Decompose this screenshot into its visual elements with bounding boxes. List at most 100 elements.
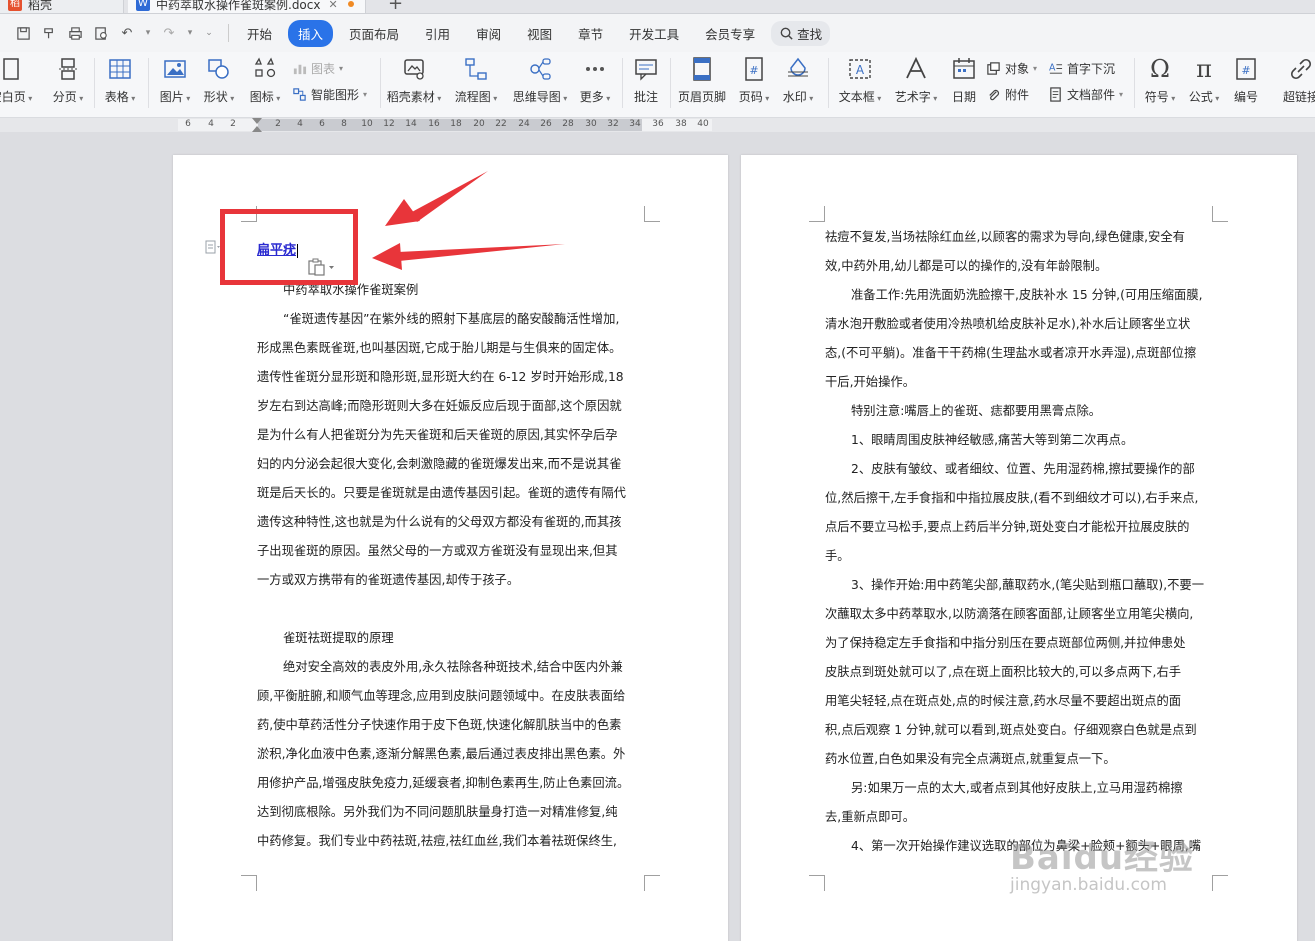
object-label: 对象 xyxy=(1005,61,1030,76)
mindmap-icon xyxy=(530,58,551,80)
numbering-button[interactable]: # 编号 xyxy=(1228,54,1264,114)
text-line: 1、眼睛周围皮肤神经敏感,痛苦大等到第二次再点。 xyxy=(851,433,1134,447)
separator xyxy=(828,58,829,108)
ruler-tick: 8 xyxy=(341,119,347,129)
comment-label: 批注 xyxy=(633,90,658,104)
page-1-body[interactable]: 中药萃取水操作雀斑案例 “雀斑遗传基因”在紫外线的照射下基底层的酪安酸酶活性增加,… xyxy=(257,276,647,856)
text-line: 药,使中草药活性分子快速作用于皮下色斑,快速化解肌肤当中的色素 xyxy=(257,718,622,732)
tab-document[interactable]: W 中药萃取水操作雀斑案例.docx ✕ xyxy=(128,0,366,13)
ruler-tick: 22 xyxy=(495,119,507,129)
print-icon[interactable] xyxy=(64,22,86,44)
menu-references[interactable]: 引用 xyxy=(415,20,460,47)
date-label: 日期 xyxy=(951,90,976,104)
hyperlink-button[interactable]: 超链接 xyxy=(1276,54,1315,114)
customize-toolbar-icon[interactable]: ⌄ xyxy=(200,22,218,44)
mindmap-button[interactable]: 思维导图 xyxy=(510,54,570,114)
print-preview-icon[interactable] xyxy=(90,22,112,44)
menu-review[interactable]: 审阅 xyxy=(466,20,511,47)
menu-developer[interactable]: 开发工具 xyxy=(619,20,689,47)
menu-member[interactable]: 会员专享 xyxy=(695,20,765,47)
header-footer-button[interactable]: 页眉页脚 xyxy=(676,54,728,114)
ruler-tick: 16 xyxy=(428,119,440,129)
text-line: 为了保持稳定左手食指和中指分别压在要点斑部位两侧,并拉伸患处 xyxy=(825,636,1186,650)
shape-button[interactable]: 形状 xyxy=(198,54,240,114)
chart-button[interactable]: 图表 ▾ xyxy=(292,58,343,78)
table-label: 表格 xyxy=(105,88,136,105)
icon-label: 图标 xyxy=(250,88,281,105)
flowchart-button[interactable]: 流程图 xyxy=(448,54,504,114)
text-line: 顾,平衡脏腑,和顺气血等理念,应用到皮肤问题领域中。在皮肤表面给 xyxy=(257,689,626,703)
object-button[interactable]: 对象 ▾ xyxy=(986,58,1037,78)
text-line: 皮肤点到斑处就可以了,点在斑上面积比较大的,可以多点两下,右手 xyxy=(825,665,1182,679)
daoke-material-button[interactable]: 稻壳素材 xyxy=(386,54,442,114)
separator xyxy=(94,58,95,108)
comment-icon xyxy=(635,59,657,81)
tab-daoke-label: 稻壳 xyxy=(28,0,53,12)
wordart-button[interactable]: 艺术字 xyxy=(890,54,942,114)
ruler-tick: 10 xyxy=(361,119,373,129)
svg-text:#: # xyxy=(749,64,758,77)
icon-library-icon xyxy=(254,57,276,78)
menu-home[interactable]: 开始 xyxy=(237,20,282,47)
menu-page-layout[interactable]: 页面布局 xyxy=(339,20,409,47)
material-icon xyxy=(404,59,424,80)
textbox-button[interactable]: A 文本框 xyxy=(834,54,886,114)
ruler-tick: 6 xyxy=(185,119,191,129)
close-icon[interactable]: ✕ xyxy=(328,0,337,11)
text-line: 点后不要立马松手,要点上药后半分钟,斑处变白才能松开拉展皮肤的 xyxy=(825,520,1190,534)
redo-icon[interactable]: ↷ xyxy=(158,22,180,44)
undo-icon[interactable]: ↶ xyxy=(116,22,138,44)
numbering-label: 编号 xyxy=(1233,90,1258,104)
menu-view[interactable]: 视图 xyxy=(517,20,562,47)
new-tab-button[interactable]: + xyxy=(388,0,403,13)
first-line-indent-marker[interactable] xyxy=(252,118,262,124)
more-button[interactable]: 更多 xyxy=(574,54,616,114)
picture-button[interactable]: 图片 xyxy=(154,54,196,114)
watermark-button[interactable]: 水印 xyxy=(778,54,818,114)
ruler-tick: 26 xyxy=(540,119,552,129)
link-icon xyxy=(1290,58,1312,80)
document-workspace[interactable]: 扁平疣 中药萃取水操作雀斑案例 “雀斑遗传基因”在紫外线的照射下基底层的酪安酸酶活… xyxy=(0,132,1315,941)
table-button[interactable]: 表格 xyxy=(100,54,140,114)
pi-icon: π xyxy=(1196,55,1212,83)
header-footer-icon xyxy=(693,57,711,81)
text-line: 祛痘不复发,当场祛除红血丝,以顾客的需求为导向,绿色健康,安全有 xyxy=(825,230,1185,244)
dropcap-button[interactable]: A 首字下沉 xyxy=(1048,58,1115,78)
icon-button[interactable]: 图标 xyxy=(244,54,286,114)
hyperlink-label: 超链接 xyxy=(1282,90,1315,104)
separator xyxy=(1134,58,1135,108)
search-button[interactable]: 查找 xyxy=(771,20,831,46)
more-label: 更多 xyxy=(580,88,611,105)
blank-page-button[interactable]: 空白页 xyxy=(0,54,36,114)
crop-mark xyxy=(809,206,825,222)
symbol-button[interactable]: Ω 符号 xyxy=(1140,54,1180,114)
watermark-url: jingyan.baidu.com xyxy=(1010,875,1167,895)
page-break-button[interactable]: 分页 xyxy=(48,54,88,114)
doc-parts-button[interactable]: 文档部件 ▾ xyxy=(1048,84,1123,104)
ruler-tick: 40 xyxy=(697,119,709,129)
daoke-material-label: 稻壳素材 xyxy=(387,88,442,105)
undo-dropdown-icon[interactable]: ▾ xyxy=(142,22,154,44)
page-number-icon: # xyxy=(745,57,763,81)
crop-mark xyxy=(1212,875,1228,891)
page-number-button[interactable]: # 页码 xyxy=(734,54,774,114)
tab-daoke[interactable]: 稻 稻壳 xyxy=(0,0,124,13)
smart-shape-button[interactable]: 智能图形 ▾ xyxy=(292,84,367,104)
menu-insert[interactable]: 插入 xyxy=(288,19,334,47)
format-painter-icon[interactable] xyxy=(38,22,60,44)
redo-dropdown-icon[interactable]: ▾ xyxy=(184,22,196,44)
horizontal-ruler[interactable]: 6 4 2 2 4 6 8 10 12 14 16 18 20 22 24 26… xyxy=(0,118,1315,132)
text-line: 准备工作:先用洗面奶洗脸擦干,皮肤补水 15 分钟,(可用压缩面膜, xyxy=(851,288,1203,302)
page-2[interactable]: 祛痘不复发,当场祛除红血丝,以顾客的需求为导向,绿色健康,安全有 效,中药外用,幼… xyxy=(741,155,1297,941)
save-icon[interactable] xyxy=(12,22,34,44)
attachment-button[interactable]: 附件 xyxy=(986,84,1029,104)
menu-section[interactable]: 章节 xyxy=(568,20,613,47)
text-line: 绝对安全高效的表皮外用,永久祛除各种斑技术,结合中医内外兼 xyxy=(283,660,623,674)
date-button[interactable]: 日期 xyxy=(946,54,982,114)
dropcap-icon: A xyxy=(1049,62,1063,74)
text-line: 用笔尖轻轻,点在斑点处,点的时候注意,药水尽量不要超出斑点的面 xyxy=(825,694,1182,708)
formula-button[interactable]: π 公式 xyxy=(1184,54,1224,114)
text-line: 妇的内分泌会起很大变化,会刺激隐藏的雀斑爆发出来,而不是说其雀 xyxy=(257,457,622,471)
page-2-body[interactable]: 祛痘不复发,当场祛除红血丝,以顾客的需求为导向,绿色健康,安全有 效,中药外用,幼… xyxy=(825,223,1217,861)
comment-button[interactable]: 批注 xyxy=(628,54,664,114)
